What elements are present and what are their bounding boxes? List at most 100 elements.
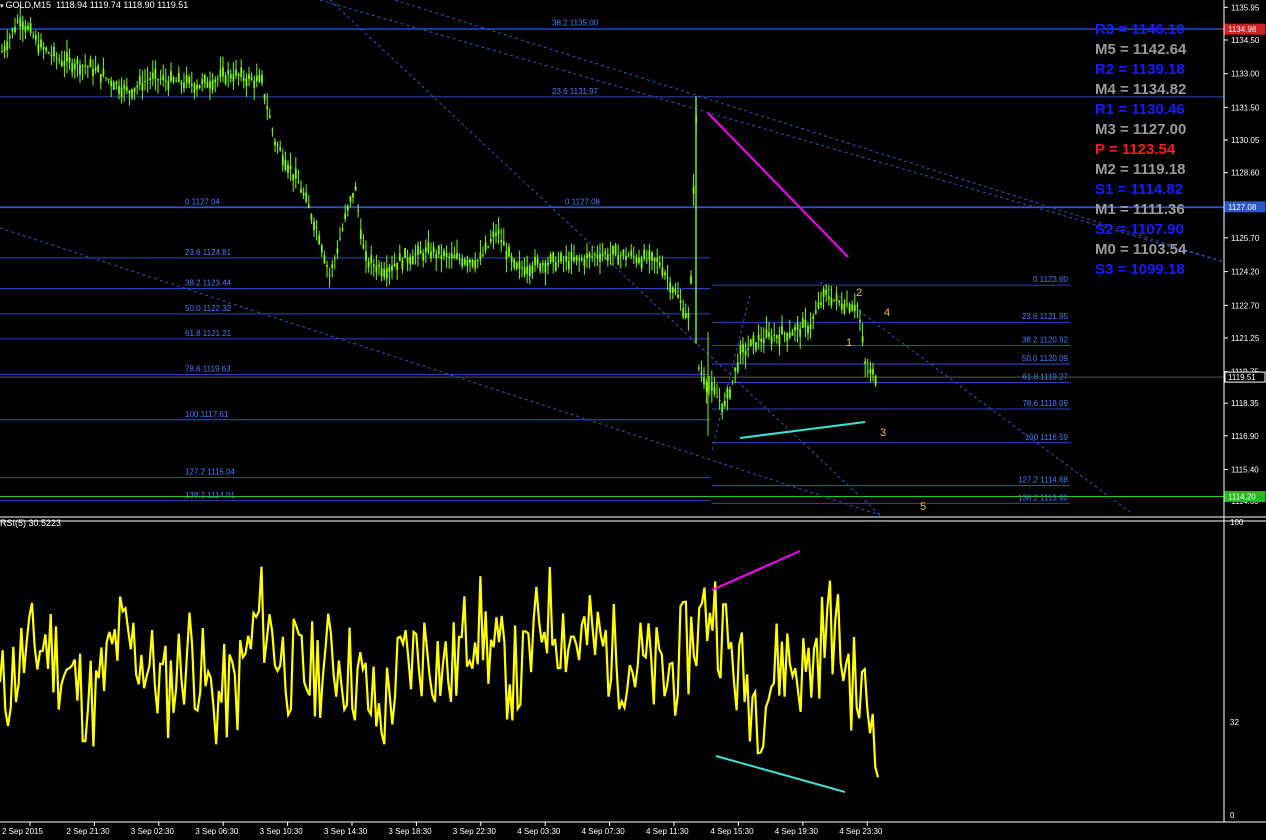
candle-body xyxy=(37,44,40,53)
candle-body xyxy=(591,256,594,258)
candle-body xyxy=(120,87,123,98)
candle-body xyxy=(419,250,422,254)
candle-body xyxy=(588,253,591,258)
candle-body xyxy=(248,74,250,80)
candle-body xyxy=(690,275,692,284)
candle-body xyxy=(736,362,739,372)
candle-body xyxy=(497,229,500,235)
pivot-level: M0 = 1103.54 xyxy=(1095,241,1187,258)
candle-body xyxy=(97,65,100,73)
candle-body xyxy=(840,303,843,310)
wave-label: 2 xyxy=(856,287,862,299)
candle-body xyxy=(203,75,206,84)
candle-body xyxy=(435,253,438,259)
candle-body xyxy=(417,245,419,255)
candle-body xyxy=(292,173,295,181)
pivot-level: M3 = 1127.00 xyxy=(1095,121,1187,138)
candle-body xyxy=(404,248,406,259)
candle-body xyxy=(175,81,178,83)
candle-body xyxy=(669,282,672,293)
candle-body xyxy=(45,47,48,51)
candle-body xyxy=(380,267,383,277)
candle-body xyxy=(372,264,375,267)
candle-body xyxy=(783,333,786,335)
candle-body xyxy=(830,297,833,306)
price-tick-label: 1121.25 xyxy=(1231,334,1260,343)
candle-body xyxy=(242,77,245,81)
candle-body xyxy=(692,186,695,195)
price-tag-label: 1119.51 xyxy=(1228,373,1256,382)
candle-body xyxy=(869,368,872,374)
candle-body xyxy=(47,52,50,54)
candle-body xyxy=(463,259,466,265)
candle-body xyxy=(66,52,68,62)
candle-body xyxy=(788,332,791,338)
candle-body xyxy=(544,262,547,273)
candle-body xyxy=(170,71,172,82)
trading-chart: 38.2 1135.00 23.6 1131.97 0 1127.04 23.6 11… xyxy=(0,0,1266,836)
divergence-line-magenta xyxy=(707,112,849,258)
fib-label: 38.2 1123.44 xyxy=(185,279,232,288)
candle-body xyxy=(297,181,300,184)
price-tick-label: 1122.70 xyxy=(1231,301,1260,310)
candle-body xyxy=(266,106,269,110)
candle-body xyxy=(281,155,284,166)
price-tick-label: 1124.20 xyxy=(1231,268,1260,277)
candle-body xyxy=(216,78,219,80)
candle-body xyxy=(53,46,55,57)
pivot-level: M4 = 1134.82 xyxy=(1095,81,1187,98)
fib-label: 0 1123.60 xyxy=(1033,275,1069,284)
candle-body xyxy=(492,231,495,238)
candle-body xyxy=(339,238,341,240)
candle-body xyxy=(125,86,128,91)
trend-line xyxy=(819,281,1131,513)
fib-label: 23.6 1124.81 xyxy=(185,248,232,257)
candle-body xyxy=(284,159,287,170)
candle-body xyxy=(424,247,427,253)
rsi-label: RSI(5) 30.5223 xyxy=(0,518,62,528)
candle-body xyxy=(300,188,302,193)
candle-body xyxy=(469,259,471,263)
candle-body xyxy=(229,73,232,79)
fib-label: 38.2 1120.92 xyxy=(1022,335,1069,344)
candle-body xyxy=(406,257,409,263)
time-label: 4 Sep 15:30 xyxy=(710,827,754,836)
candle-body xyxy=(726,388,729,399)
candle-body xyxy=(557,260,560,262)
fib-label: 0 1127.08 xyxy=(565,198,601,207)
candle-body xyxy=(27,25,29,30)
candle-body xyxy=(427,242,430,252)
candle-body xyxy=(835,294,838,302)
candle-body xyxy=(68,57,71,63)
candle-body xyxy=(63,61,66,66)
candle-body xyxy=(357,209,360,211)
candle-body xyxy=(757,334,760,341)
candle-body xyxy=(807,326,809,334)
pivot-level: P = 1123.54 xyxy=(1095,141,1176,158)
wave-label: 1 xyxy=(846,337,852,349)
candle-body xyxy=(791,331,794,336)
candle-body xyxy=(50,54,53,57)
candle-body xyxy=(476,259,479,261)
candle-body xyxy=(255,76,258,82)
fib-label: 38.2 1135.00 xyxy=(552,19,599,28)
candle-body xyxy=(632,255,635,257)
candle-body xyxy=(466,259,469,267)
candle-body xyxy=(287,164,289,173)
fib-label: 61.8 1119.27 xyxy=(1022,372,1068,381)
candle-body xyxy=(289,165,292,170)
candle-body xyxy=(240,67,243,77)
candle-body xyxy=(396,262,399,270)
time-label: 4 Sep 11:30 xyxy=(646,827,689,836)
candle-body xyxy=(326,264,328,267)
candle-body xyxy=(755,342,757,351)
candle-body xyxy=(211,80,214,90)
pivot-level: S2 = 1107.90 xyxy=(1095,221,1184,238)
candle-body xyxy=(151,72,154,79)
candle-body xyxy=(102,68,105,76)
candle-body xyxy=(6,41,9,51)
candle-body xyxy=(99,73,102,83)
candle-body xyxy=(375,265,378,273)
candle-body xyxy=(24,25,27,32)
candle-body xyxy=(336,248,339,254)
